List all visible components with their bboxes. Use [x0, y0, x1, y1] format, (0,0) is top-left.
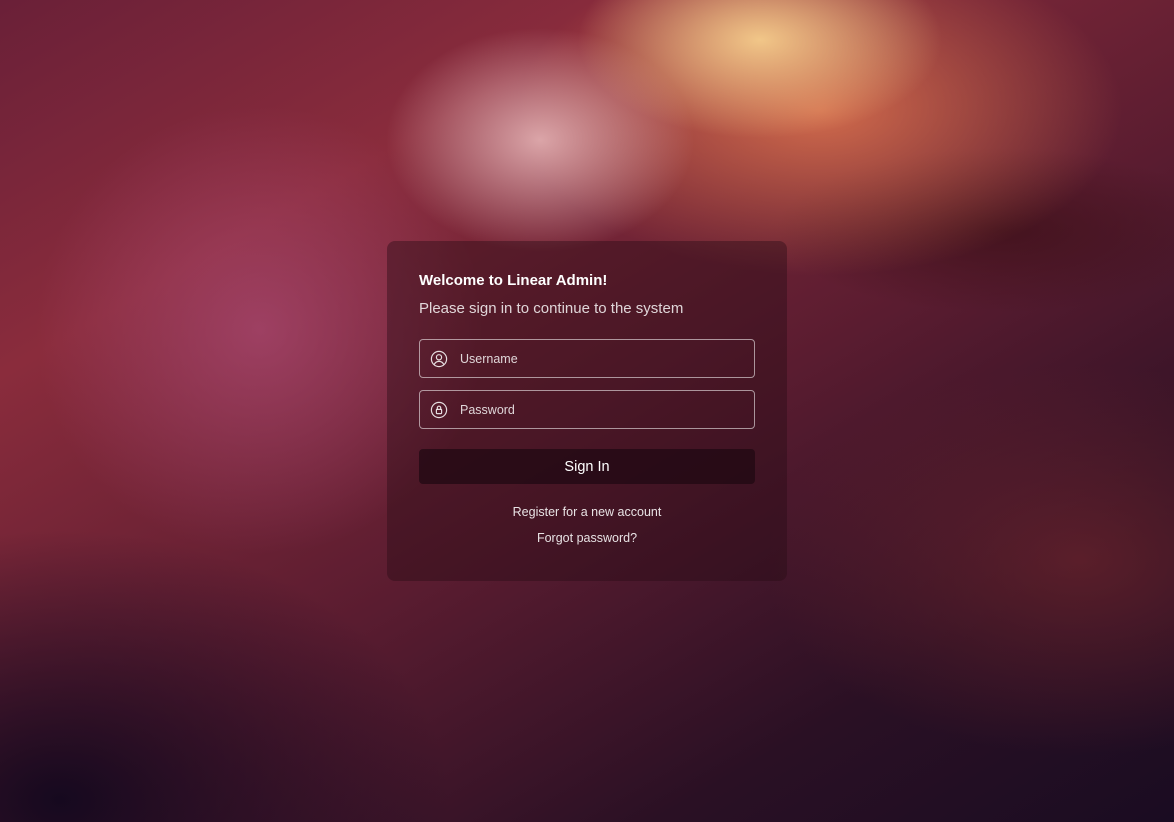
lock-circle-icon — [430, 401, 448, 419]
password-field[interactable] — [419, 390, 755, 429]
password-input[interactable] — [460, 391, 754, 428]
login-title: Welcome to Linear Admin! — [419, 272, 608, 289]
username-field[interactable] — [419, 339, 755, 378]
login-subtitle: Please sign in to continue to the system — [419, 300, 684, 317]
user-circle-icon — [430, 350, 448, 368]
login-card: Welcome to Linear Admin! Please sign in … — [387, 241, 787, 581]
auth-links: Register for a new account Forgot passwo… — [419, 504, 755, 546]
username-input[interactable] — [460, 340, 754, 377]
register-link[interactable]: Register for a new account — [419, 504, 755, 520]
sign-in-button[interactable]: Sign In — [419, 449, 755, 484]
forgot-password-link[interactable]: Forgot password? — [419, 530, 755, 546]
